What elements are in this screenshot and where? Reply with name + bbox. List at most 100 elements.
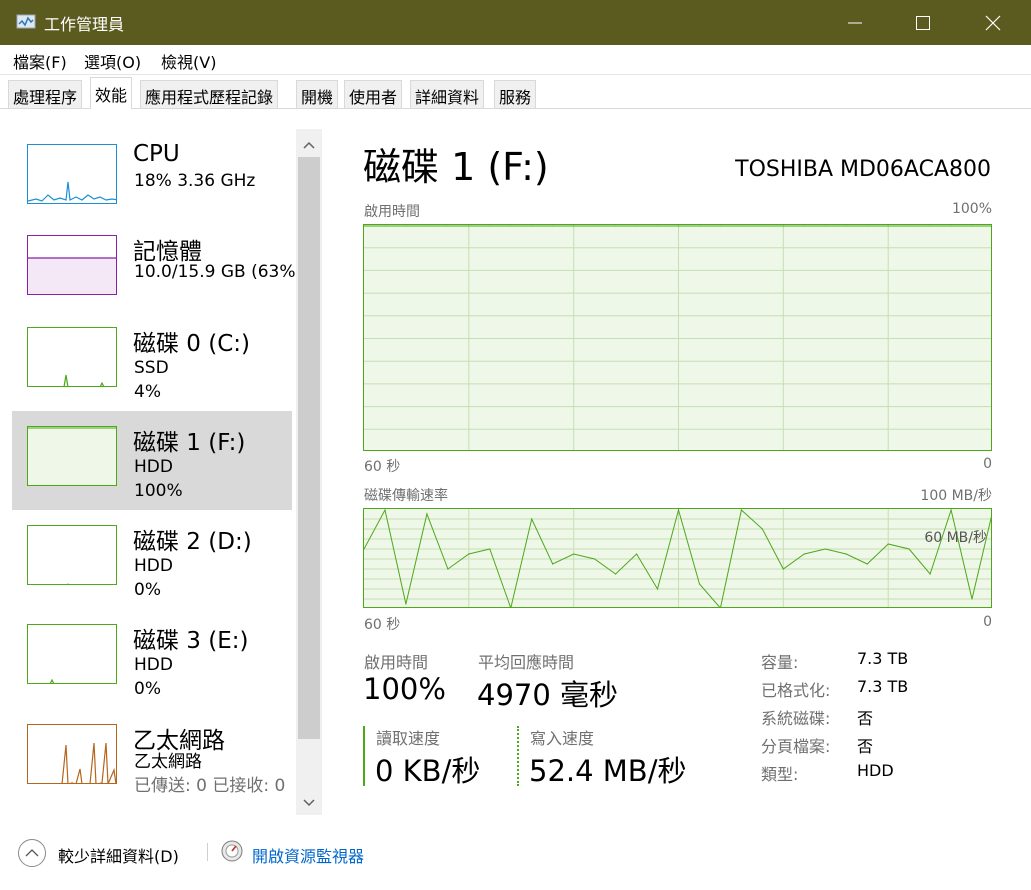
data-point: [803, 553, 805, 555]
disk-3-sparkline: [49, 678, 55, 683]
data-point: [594, 558, 596, 560]
data-point: [489, 548, 491, 550]
data-point: [698, 225, 701, 227]
sidebar-scrollbar[interactable]: [296, 129, 322, 815]
tab-details[interactable]: 詳細資料: [410, 80, 485, 108]
tab-processes[interactable]: 處理程序: [8, 80, 83, 108]
chart1-label: 啟用時間: [364, 204, 420, 220]
data-point: [573, 225, 575, 227]
page-title: 磁碟 1 (F:): [363, 145, 549, 189]
data-point: [824, 548, 826, 550]
sidebar-item-sub2: 4%: [134, 382, 161, 402]
response-time-value: 4970 毫秒: [477, 678, 619, 712]
sidebar-item-sub: HDD: [134, 556, 173, 576]
active-time-chart: [363, 224, 992, 451]
capacity-value: 7.3 TB: [857, 649, 909, 668]
close-icon: [985, 15, 1001, 30]
sidebar-item-title: 磁碟 3 (E:): [133, 628, 249, 654]
data-point: [468, 553, 470, 555]
data-point: [866, 225, 868, 227]
scroll-down-button[interactable]: [296, 791, 322, 815]
data-point: [720, 607, 721, 608]
data-point: [782, 225, 784, 227]
menu-file[interactable]: 檔案(F): [13, 49, 67, 73]
sidebar-item-sub: HDD: [134, 457, 173, 477]
sidebar-item-disk-0[interactable]: 磁碟 0 (C:) SSD 4%: [12, 312, 292, 411]
data-point: [698, 583, 701, 585]
scroll-thumb[interactable]: [298, 157, 320, 739]
menu-options[interactable]: 選項(O): [84, 49, 141, 73]
write-speed-value: 52.4 MB/秒: [529, 754, 687, 788]
sidebar-item-sub2: 0%: [134, 679, 161, 699]
sidebar-item-sub: HDD: [134, 655, 173, 675]
open-resource-monitor-link[interactable]: 開啟資源監視器: [252, 843, 364, 867]
data-point: [531, 225, 533, 227]
sidebar-item-cpu[interactable]: CPU 18% 3.36 GHz: [12, 129, 292, 228]
data-point: [761, 225, 763, 227]
data-point: [426, 513, 428, 515]
tab-users[interactable]: 使用者: [344, 80, 403, 108]
maximize-button[interactable]: [888, 0, 958, 45]
sidebar-item-disk-1[interactable]: 磁碟 1 (F:) HDD 100%: [12, 411, 292, 510]
sidebar-item-disk-3[interactable]: 磁碟 3 (E:) HDD 0%: [12, 609, 292, 708]
scroll-up-button[interactable]: [296, 133, 322, 157]
tab-performance[interactable]: 效能: [90, 77, 133, 109]
sidebar-item-title: 磁碟 0 (C:): [133, 331, 251, 357]
data-point: [552, 225, 554, 227]
tab-services[interactable]: 服務: [494, 80, 537, 108]
ethernet-thumbnail: [27, 724, 117, 784]
chart2-label: 磁碟傳輸速率: [364, 488, 448, 504]
formatted-value: 7.3 TB: [857, 677, 909, 696]
sidebar-item-title: 磁碟 1 (F:): [133, 430, 246, 456]
sidebar-item-title: CPU: [133, 141, 180, 167]
data-point: [489, 225, 491, 227]
sidebar-item-memory[interactable]: 記憶體 10.0/15.9 GB (63%): [12, 220, 302, 319]
data-point: [615, 573, 617, 575]
chart2-mid-label: 60 MB/秒: [924, 530, 987, 546]
menu-view[interactable]: 檢視(V): [161, 49, 216, 73]
data-point: [950, 509, 952, 511]
chevron-up-icon: [303, 141, 315, 149]
data-point: [740, 509, 742, 511]
sidebar-item-sub: 18% 3.36 GHz: [134, 171, 256, 191]
data-point: [531, 518, 533, 520]
sidebar-item-disk-2[interactable]: 磁碟 2 (D:) HDD 0%: [12, 510, 292, 609]
data-point: [677, 225, 680, 227]
page-file-value: 否: [857, 737, 874, 756]
data-point: [971, 598, 973, 600]
sidebar-item-sub2: 0%: [134, 580, 161, 600]
data-point: [384, 225, 386, 227]
tab-app-history[interactable]: 應用程式歷程記錄: [140, 80, 279, 108]
read-speed-value: 0 KB/秒: [375, 754, 481, 788]
type-label: 類型:: [761, 765, 799, 784]
read-speed-label: 讀取速度: [376, 729, 441, 748]
data-point: [845, 553, 847, 555]
sidebar-item-sub: 10.0/15.9 GB (63%): [134, 262, 303, 282]
data-point: [656, 225, 659, 227]
chart1-max-label: 100%: [951, 201, 992, 217]
fewer-details-button[interactable]: 較少詳細資料(D): [58, 843, 179, 867]
disk-1-thumbnail: [27, 426, 117, 486]
data-point: [426, 225, 428, 227]
data-point: [573, 553, 575, 555]
sidebar-item-sub: 乙太網路: [134, 752, 202, 772]
type-value: HDD: [857, 761, 894, 780]
memory-fill: [28, 258, 116, 294]
chevron-down-icon: [303, 799, 315, 807]
chevron-up-circle-icon[interactable]: [17, 838, 47, 868]
transfer-rate-chart: 60 MB/秒: [363, 508, 992, 608]
minimize-button[interactable]: [820, 0, 890, 45]
sidebar: CPU 18% 3.36 GHz 記憶體 10.0/15.9 GB (63%) …: [5, 109, 325, 821]
active-time-label: 啟用時間: [364, 653, 429, 672]
data-point: [405, 225, 407, 227]
data-point: [908, 548, 910, 550]
tab-startup[interactable]: 開機: [296, 80, 339, 108]
read-speed-indicator: [363, 726, 365, 786]
sidebar-item-ethernet[interactable]: 乙太網路 乙太網路 已傳送: 0 已接收: 0: [12, 709, 292, 808]
data-point: [782, 568, 784, 570]
close-button[interactable]: [958, 0, 1028, 45]
title-bar: 工作管理員: [0, 0, 1031, 45]
chart1-x-left: 60 秒: [364, 459, 401, 475]
resource-monitor-icon: [221, 840, 243, 862]
tab-bar: 處理程序 效能 應用程式歷程記錄 開機 使用者 詳細資料 服務: [0, 76, 1031, 109]
